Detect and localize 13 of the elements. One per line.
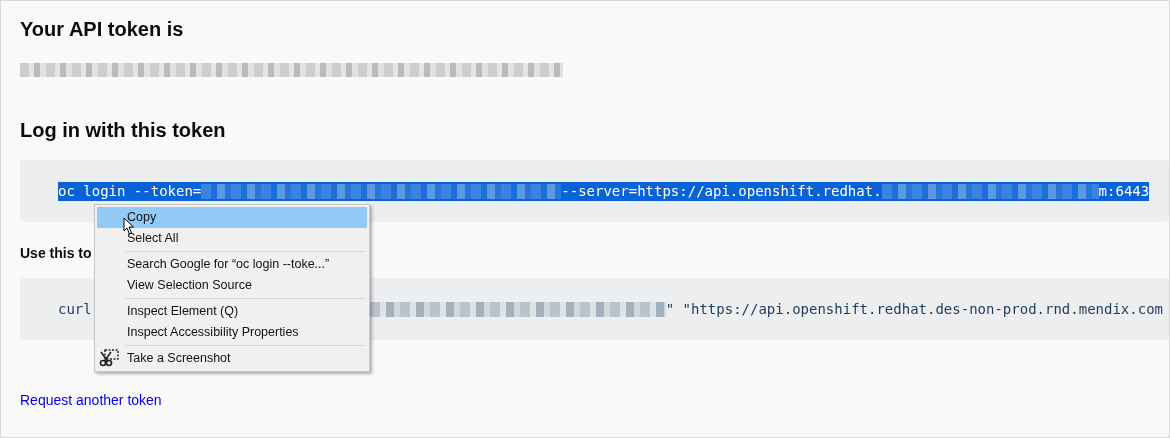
command-text: oc login --token= --server=https://api.openshift.redhat. m:6443 (58, 181, 1150, 201)
menu-item[interactable]: Select All (97, 228, 367, 249)
menu-item[interactable]: Copy (97, 207, 367, 228)
section-heading: Use this to (20, 244, 93, 262)
menu-item[interactable]: View Selection Source (97, 275, 367, 296)
menu-item[interactable]: Inspect Accessibility Properties (97, 322, 367, 343)
menu-item[interactable]: Inspect Element (Q) (97, 301, 367, 322)
menu-item[interactable]: Take a Screenshot (97, 348, 367, 369)
page-heading: Your API token is (20, 17, 185, 41)
menu-item[interactable]: Search Google for “oc login --toke...” (97, 254, 367, 275)
section-heading: Log in with this token (20, 118, 227, 142)
scissors-icon (99, 349, 119, 367)
request-token-link[interactable]: Request another token (20, 392, 162, 408)
